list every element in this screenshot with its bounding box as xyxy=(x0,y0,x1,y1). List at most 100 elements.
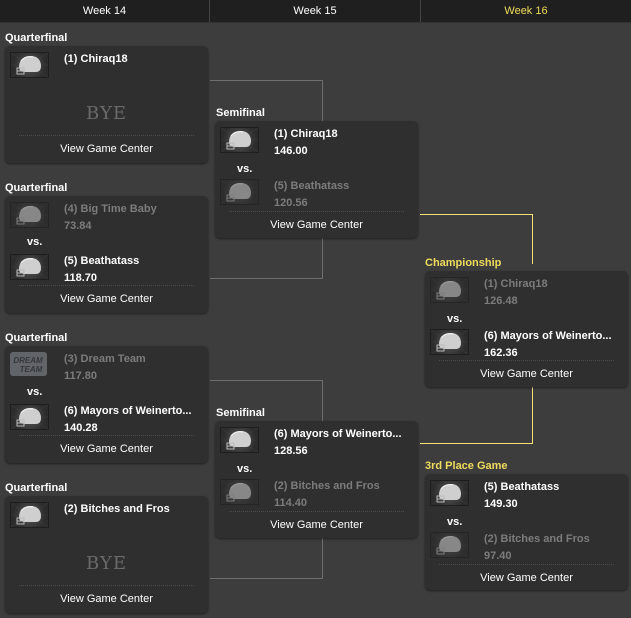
matchup-card-third-place: (5) Beathatass 149.30 vs. (2) Bitches an… xyxy=(425,474,628,590)
team-name[interactable]: (3) Dream Team xyxy=(64,353,146,365)
team-score: 117.80 xyxy=(64,370,98,382)
divider xyxy=(229,511,404,512)
team-score: 126.48 xyxy=(484,295,518,307)
team-score: 140.28 xyxy=(64,422,98,434)
team-name[interactable]: (2) Bitches and Fros xyxy=(484,533,590,545)
team-row[interactable]: (1) Chiraq18 146.00 xyxy=(220,127,415,157)
vs-label: vs. xyxy=(447,313,463,325)
team-row[interactable]: (6) Mayors of Weinerto... 162.36 xyxy=(430,329,625,359)
team-row[interactable]: (5) Beathatass 120.56 xyxy=(220,179,415,209)
helmet-icon xyxy=(220,427,259,453)
helmet-icon xyxy=(220,127,259,153)
divider xyxy=(19,435,194,436)
team-score: 162.36 xyxy=(484,347,518,359)
bracket-connector xyxy=(322,80,323,122)
helmet-icon xyxy=(220,479,259,505)
bracket-connector xyxy=(210,80,323,81)
team-row[interactable]: (6) Mayors of Weinerto... 140.28 xyxy=(10,404,205,434)
team-score: 73.84 xyxy=(64,220,92,232)
team-row[interactable]: (1) Chiraq18 xyxy=(10,52,205,82)
matchup-card-championship: (1) Chiraq18 126.48 vs. (6) Mayors of We… xyxy=(425,271,628,387)
vs-label: vs. xyxy=(237,463,253,475)
round-label: Quarterfinal xyxy=(5,32,68,44)
team-row[interactable]: (4) Big Time Baby 73.84 xyxy=(10,202,205,232)
round-label: Quarterfinal xyxy=(5,332,68,344)
team-score: 114.40 xyxy=(274,497,308,509)
round-label: 3rd Place Game xyxy=(425,460,508,472)
team-name[interactable]: (2) Bitches and Fros xyxy=(64,503,170,515)
matchup-card-sf2: (6) Mayors of Weinerto... 128.56 vs. (2)… xyxy=(215,421,418,538)
championship-connector xyxy=(420,443,533,444)
helmet-icon xyxy=(430,480,469,506)
team-score: 146.00 xyxy=(274,145,308,157)
vs-label: vs. xyxy=(27,236,43,248)
team-row[interactable]: (1) Chiraq18 126.48 xyxy=(430,277,625,307)
vs-label: vs. xyxy=(447,516,463,528)
team-name[interactable]: (5) Beathatass xyxy=(64,255,139,267)
bracket-connector xyxy=(210,380,323,381)
helmet-icon xyxy=(220,179,259,205)
view-game-center-link[interactable]: View Game Center xyxy=(425,368,628,380)
team-row[interactable]: DREAM TEAM (3) Dream Team 117.80 xyxy=(10,352,205,382)
bracket-connector xyxy=(322,236,323,279)
team-name[interactable]: (6) Mayors of Weinerto... xyxy=(274,428,402,440)
team-name[interactable]: (1) Chiraq18 xyxy=(274,128,338,140)
team-name[interactable]: (1) Chiraq18 xyxy=(484,278,548,290)
helmet-icon xyxy=(10,202,49,228)
divider xyxy=(19,585,194,586)
matchup-card-qf1: (1) Chiraq18 BYE View Game Center xyxy=(5,46,208,163)
view-game-center-link[interactable]: View Game Center xyxy=(5,593,208,605)
team-score: 118.70 xyxy=(64,272,98,284)
week-16-tab[interactable]: Week 16 xyxy=(421,0,631,22)
team-score: 128.56 xyxy=(274,445,308,457)
round-label: Semifinal xyxy=(216,407,265,419)
view-game-center-link[interactable]: View Game Center xyxy=(5,293,208,305)
divider xyxy=(439,564,614,565)
team-row[interactable]: (2) Bitches and Fros xyxy=(10,502,205,532)
matchup-card-qf3: DREAM TEAM (3) Dream Team 117.80 vs. (6)… xyxy=(5,346,208,463)
team-row[interactable]: (6) Mayors of Weinerto... 128.56 xyxy=(220,427,415,457)
championship-connector xyxy=(532,386,533,444)
helmet-icon xyxy=(10,502,49,528)
team-name[interactable]: (6) Mayors of Weinerto... xyxy=(484,330,612,342)
vs-label: vs. xyxy=(27,386,43,398)
team-name[interactable]: (5) Beathatass xyxy=(484,481,559,493)
bye-label: BYE xyxy=(86,103,127,124)
team-row[interactable]: (2) Bitches and Fros 97.40 xyxy=(430,532,625,562)
view-game-center-link[interactable]: View Game Center xyxy=(215,519,418,531)
dream-team-logo: DREAM TEAM xyxy=(10,352,49,378)
vs-label: vs. xyxy=(237,163,253,175)
team-row[interactable]: (5) Beathatass 118.70 xyxy=(10,254,205,284)
helmet-icon xyxy=(430,277,469,303)
divider xyxy=(19,135,194,136)
round-label: Championship xyxy=(425,257,502,269)
matchup-card-qf2: (4) Big Time Baby 73.84 vs. (5) Beathata… xyxy=(5,196,208,313)
helmet-icon xyxy=(10,404,49,430)
team-name[interactable]: (2) Bitches and Fros xyxy=(274,480,380,492)
view-game-center-link[interactable]: View Game Center xyxy=(425,572,628,584)
view-game-center-link[interactable]: View Game Center xyxy=(215,219,418,231)
week-14-tab[interactable]: Week 14 xyxy=(0,0,210,22)
week-header: Week 14 Week 15 Week 16 xyxy=(0,0,631,23)
team-name[interactable]: (6) Mayors of Weinerto... xyxy=(64,405,192,417)
view-game-center-link[interactable]: View Game Center xyxy=(5,443,208,455)
team-name[interactable]: (5) Beathatass xyxy=(274,180,349,192)
divider xyxy=(19,285,194,286)
bracket-connector xyxy=(210,278,323,279)
week-15-tab[interactable]: Week 15 xyxy=(210,0,421,22)
championship-connector xyxy=(420,214,533,215)
bracket-connector xyxy=(322,380,323,422)
helmet-icon xyxy=(430,329,469,355)
helmet-icon xyxy=(430,532,469,558)
team-row[interactable]: (2) Bitches and Fros 114.40 xyxy=(220,479,415,509)
divider xyxy=(229,211,404,212)
team-score: 149.30 xyxy=(484,498,518,510)
championship-connector xyxy=(532,214,533,264)
team-score: 97.40 xyxy=(484,550,512,562)
helmet-icon xyxy=(10,254,49,280)
round-label: Quarterfinal xyxy=(5,482,68,494)
team-name[interactable]: (4) Big Time Baby xyxy=(64,203,157,215)
team-name[interactable]: (1) Chiraq18 xyxy=(64,53,128,65)
view-game-center-link[interactable]: View Game Center xyxy=(5,143,208,155)
team-row[interactable]: (5) Beathatass 149.30 xyxy=(430,480,625,510)
